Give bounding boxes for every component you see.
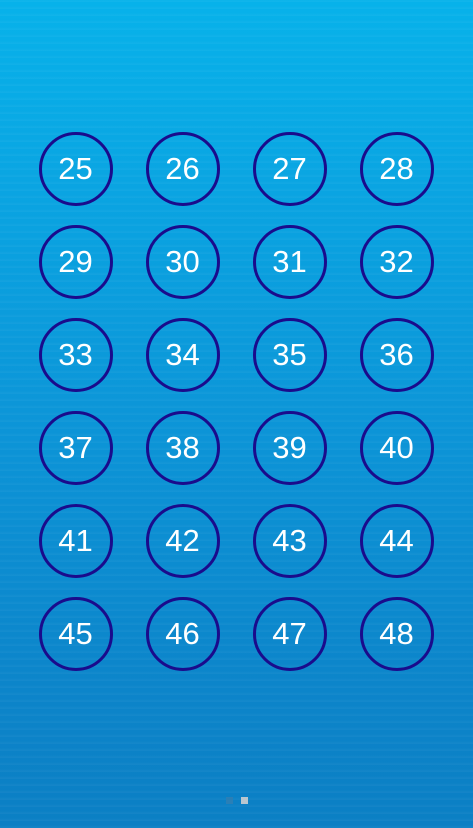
level-button[interactable]: 35 bbox=[252, 317, 327, 392]
page-dot[interactable] bbox=[225, 797, 233, 804]
level-cell: 41 bbox=[22, 494, 129, 587]
level-cell: 31 bbox=[236, 215, 343, 308]
level-number: 45 bbox=[58, 616, 93, 651]
level-button[interactable]: 34 bbox=[145, 317, 220, 392]
level-button[interactable]: 38 bbox=[145, 410, 220, 485]
level-cell: 33 bbox=[22, 308, 129, 401]
level-button[interactable]: 37 bbox=[38, 410, 113, 485]
page-indicator bbox=[0, 797, 473, 804]
level-number: 34 bbox=[165, 337, 200, 372]
level-cell: 35 bbox=[236, 308, 343, 401]
level-cell: 38 bbox=[129, 401, 236, 494]
level-number: 35 bbox=[272, 337, 307, 372]
level-grid: 25 26 27 28 29 30 31 32 33 34 35 36 37 38 39 40 41 42 43 44… bbox=[22, 122, 450, 680]
level-cell: 40 bbox=[343, 401, 450, 494]
level-number: 48 bbox=[379, 616, 414, 651]
level-cell: 45 bbox=[22, 587, 129, 680]
level-cell: 44 bbox=[343, 494, 450, 587]
level-number: 38 bbox=[165, 430, 200, 465]
level-cell: 43 bbox=[236, 494, 343, 587]
level-button[interactable]: 45 bbox=[38, 596, 113, 671]
level-button[interactable]: 43 bbox=[252, 503, 327, 578]
level-number: 30 bbox=[165, 244, 200, 279]
level-cell: 25 bbox=[22, 122, 129, 215]
level-button[interactable]: 28 bbox=[359, 131, 434, 206]
level-cell: 30 bbox=[129, 215, 236, 308]
level-number: 37 bbox=[58, 430, 93, 465]
level-cell: 27 bbox=[236, 122, 343, 215]
level-number: 44 bbox=[379, 523, 414, 558]
level-number: 25 bbox=[58, 151, 93, 186]
level-number: 40 bbox=[379, 430, 414, 465]
level-number: 39 bbox=[272, 430, 307, 465]
level-button[interactable]: 27 bbox=[252, 131, 327, 206]
level-number: 28 bbox=[379, 151, 414, 186]
level-button[interactable]: 44 bbox=[359, 503, 434, 578]
level-button[interactable]: 26 bbox=[145, 131, 220, 206]
level-button[interactable]: 32 bbox=[359, 224, 434, 299]
level-button[interactable]: 39 bbox=[252, 410, 327, 485]
level-cell: 34 bbox=[129, 308, 236, 401]
level-number: 42 bbox=[165, 523, 200, 558]
level-button[interactable]: 25 bbox=[38, 131, 113, 206]
level-number: 27 bbox=[272, 151, 307, 186]
page-dot-active[interactable] bbox=[240, 797, 248, 804]
level-cell: 37 bbox=[22, 401, 129, 494]
level-cell: 46 bbox=[129, 587, 236, 680]
level-button[interactable]: 48 bbox=[359, 596, 434, 671]
level-button[interactable]: 29 bbox=[38, 224, 113, 299]
level-number: 46 bbox=[165, 616, 200, 651]
level-number: 41 bbox=[58, 523, 93, 558]
level-cell: 48 bbox=[343, 587, 450, 680]
level-cell: 26 bbox=[129, 122, 236, 215]
level-button[interactable]: 41 bbox=[38, 503, 113, 578]
level-cell: 28 bbox=[343, 122, 450, 215]
level-number: 26 bbox=[165, 151, 200, 186]
level-button[interactable]: 42 bbox=[145, 503, 220, 578]
level-button[interactable]: 30 bbox=[145, 224, 220, 299]
level-number: 47 bbox=[272, 616, 307, 651]
level-button[interactable]: 47 bbox=[252, 596, 327, 671]
level-button[interactable]: 46 bbox=[145, 596, 220, 671]
level-button[interactable]: 33 bbox=[38, 317, 113, 392]
level-number: 29 bbox=[58, 244, 93, 279]
level-button[interactable]: 40 bbox=[359, 410, 434, 485]
level-cell: 36 bbox=[343, 308, 450, 401]
level-cell: 47 bbox=[236, 587, 343, 680]
level-cell: 29 bbox=[22, 215, 129, 308]
level-number: 43 bbox=[272, 523, 307, 558]
level-cell: 42 bbox=[129, 494, 236, 587]
level-button[interactable]: 31 bbox=[252, 224, 327, 299]
level-cell: 39 bbox=[236, 401, 343, 494]
level-number: 36 bbox=[379, 337, 414, 372]
level-number: 33 bbox=[58, 337, 93, 372]
level-number: 31 bbox=[272, 244, 307, 279]
level-button[interactable]: 36 bbox=[359, 317, 434, 392]
level-cell: 32 bbox=[343, 215, 450, 308]
level-number: 32 bbox=[379, 244, 414, 279]
